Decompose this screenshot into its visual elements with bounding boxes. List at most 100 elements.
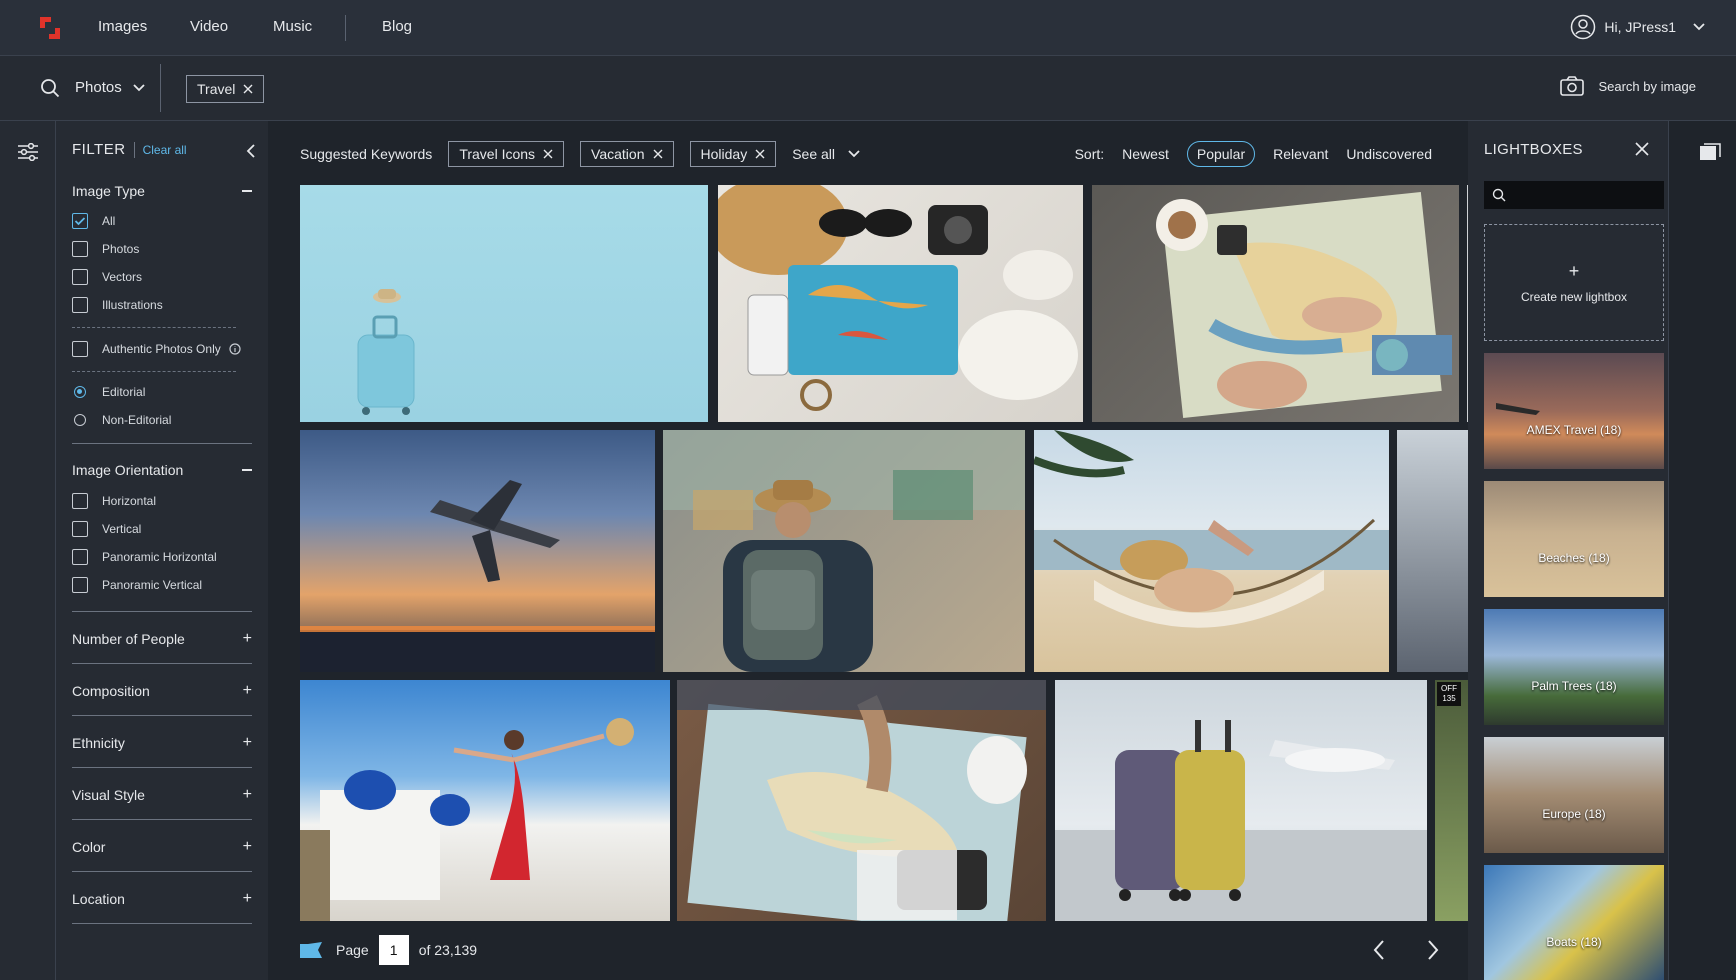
option-panoramic-vertical[interactable]: Panoramic Vertical (72, 577, 202, 593)
filter-panel: FILTER Clear all Image Type All Photos V… (56, 121, 268, 980)
option-authentic[interactable]: Authentic Photos Only (72, 341, 241, 357)
lightbox-card-label: Boats (18) (1546, 935, 1602, 949)
close-icon[interactable] (543, 149, 553, 159)
option-label: Horizontal (102, 494, 157, 508)
shutterstock-logo[interactable] (36, 14, 64, 42)
lightbox-toggle-icon[interactable] (1699, 143, 1721, 161)
section-title: Number of People (72, 631, 185, 647)
lightbox-card-palm-trees[interactable]: Palm Trees (18) (1484, 609, 1664, 725)
nav-music[interactable]: Music (273, 18, 312, 35)
image-type-section[interactable]: Image Type (72, 183, 252, 199)
backpacker-illustration (663, 430, 1025, 672)
photo-partial-jungle[interactable]: OFF 135 (1435, 680, 1468, 921)
photo-airplane-sunset[interactable] (300, 430, 655, 672)
page-input[interactable]: 1 (378, 935, 409, 965)
photo-partial-mountain[interactable] (1397, 430, 1468, 672)
option-vectors[interactable]: Vectors (72, 269, 142, 285)
section-visual-style[interactable]: Visual Style + (72, 786, 252, 804)
radio-selected[interactable] (74, 386, 86, 398)
plus-icon[interactable]: + (243, 786, 252, 804)
option-panoramic-horizontal[interactable]: Panoramic Horizontal (72, 549, 217, 565)
close-icon[interactable] (755, 149, 765, 159)
image-type-title: Image Type (72, 183, 145, 199)
option-label: Illustrations (102, 298, 163, 312)
keyword-chip[interactable]: Holiday (689, 141, 777, 167)
sort-undiscovered[interactable]: Undiscovered (1346, 146, 1432, 162)
minus-icon[interactable] (242, 190, 252, 192)
option-editorial[interactable]: Editorial (72, 385, 145, 399)
nav-images[interactable]: Images (98, 18, 147, 35)
keyword-chip[interactable]: Travel Icons (448, 141, 565, 167)
orientation-section[interactable]: Image Orientation (72, 462, 252, 478)
checkbox[interactable] (72, 577, 88, 593)
filter-sliders-icon[interactable] (17, 143, 39, 161)
option-horizontal[interactable]: Horizontal (72, 493, 156, 509)
search-icon (1492, 188, 1506, 202)
lightbox-card-beaches[interactable]: Beaches (18) (1484, 481, 1664, 597)
photo-suitcase-blue[interactable] (300, 185, 708, 422)
photo-hammock-beach[interactable] (1034, 430, 1389, 672)
create-lightbox-button[interactable]: + Create new lightbox (1484, 224, 1664, 341)
checkbox[interactable] (72, 297, 88, 313)
plus-icon[interactable]: + (243, 838, 252, 856)
photo-map-pointing[interactable] (677, 680, 1046, 921)
checkbox[interactable] (72, 341, 88, 357)
close-icon[interactable] (653, 149, 663, 159)
checkbox[interactable] (72, 269, 88, 285)
option-all[interactable]: All (72, 213, 115, 229)
section-ethnicity[interactable]: Ethnicity + (72, 734, 252, 752)
option-non-editorial[interactable]: Non-Editorial (72, 413, 171, 427)
see-all-button[interactable]: See all (792, 146, 861, 162)
photo-map-hands[interactable] (1092, 185, 1459, 422)
lightbox-card-boats[interactable]: Boats (18) (1484, 865, 1664, 980)
section-location[interactable]: Location + (72, 890, 252, 908)
section-composition[interactable]: Composition + (72, 682, 252, 700)
minus-icon[interactable] (242, 469, 252, 471)
plus-icon[interactable]: + (243, 630, 252, 648)
checkbox[interactable] (72, 521, 88, 537)
search-by-image[interactable]: Search by image (1560, 76, 1696, 96)
radio[interactable] (74, 414, 86, 426)
keyword-chip[interactable]: Vacation (580, 141, 674, 167)
checkbox[interactable] (72, 493, 88, 509)
checkbox[interactable] (72, 549, 88, 565)
close-icon[interactable] (1634, 141, 1650, 157)
sort-newest[interactable]: Newest (1122, 146, 1169, 162)
checkbox[interactable] (72, 241, 88, 257)
user-icon (1571, 14, 1596, 40)
orientation-title: Image Orientation (72, 462, 184, 478)
lightbox-card-europe[interactable]: Europe (18) (1484, 737, 1664, 853)
chevron-left-icon[interactable] (1372, 939, 1386, 961)
lightbox-card-amex-travel[interactable]: AMEX Travel (18) (1484, 353, 1664, 469)
option-photos[interactable]: Photos (72, 241, 139, 257)
chevron-right-icon[interactable] (1426, 939, 1440, 961)
lightbox-panel: LIGHTBOXES + Create new lightbox AMEX Tr… (1468, 121, 1668, 980)
plus-icon[interactable]: + (243, 682, 252, 700)
section-number-of-people[interactable]: Number of People + (72, 630, 252, 648)
photo-travel-flatlay[interactable] (718, 185, 1083, 422)
option-vertical[interactable]: Vertical (72, 521, 141, 537)
checkbox-checked[interactable] (72, 213, 88, 229)
option-illustrations[interactable]: Illustrations (72, 297, 163, 313)
info-icon[interactable] (229, 343, 241, 355)
search-type-dropdown[interactable]: Photos (75, 79, 146, 96)
photo-santorini-woman[interactable] (300, 680, 670, 921)
search-icon[interactable] (40, 78, 60, 98)
lightbox-search-input[interactable] (1484, 181, 1664, 209)
clear-all-link[interactable]: Clear all (143, 143, 187, 157)
section-title: Color (72, 839, 106, 855)
option-label: Panoramic Horizontal (102, 550, 217, 564)
chevron-left-icon[interactable] (246, 143, 256, 159)
photo-backpacker-street[interactable] (663, 430, 1025, 672)
plus-icon[interactable]: + (243, 890, 252, 908)
sort-relevant[interactable]: Relevant (1273, 146, 1328, 162)
nav-video[interactable]: Video (190, 18, 228, 35)
nav-blog[interactable]: Blog (382, 18, 412, 35)
chevron-down-icon (133, 83, 145, 91)
photo-airport-luggage[interactable] (1055, 680, 1427, 921)
plus-icon[interactable]: + (243, 734, 252, 752)
user-menu[interactable]: Hi, JPress1 (1570, 14, 1706, 40)
section-color[interactable]: Color + (72, 838, 252, 856)
sort-popular[interactable]: Popular (1186, 141, 1256, 167)
close-icon[interactable] (243, 84, 253, 94)
